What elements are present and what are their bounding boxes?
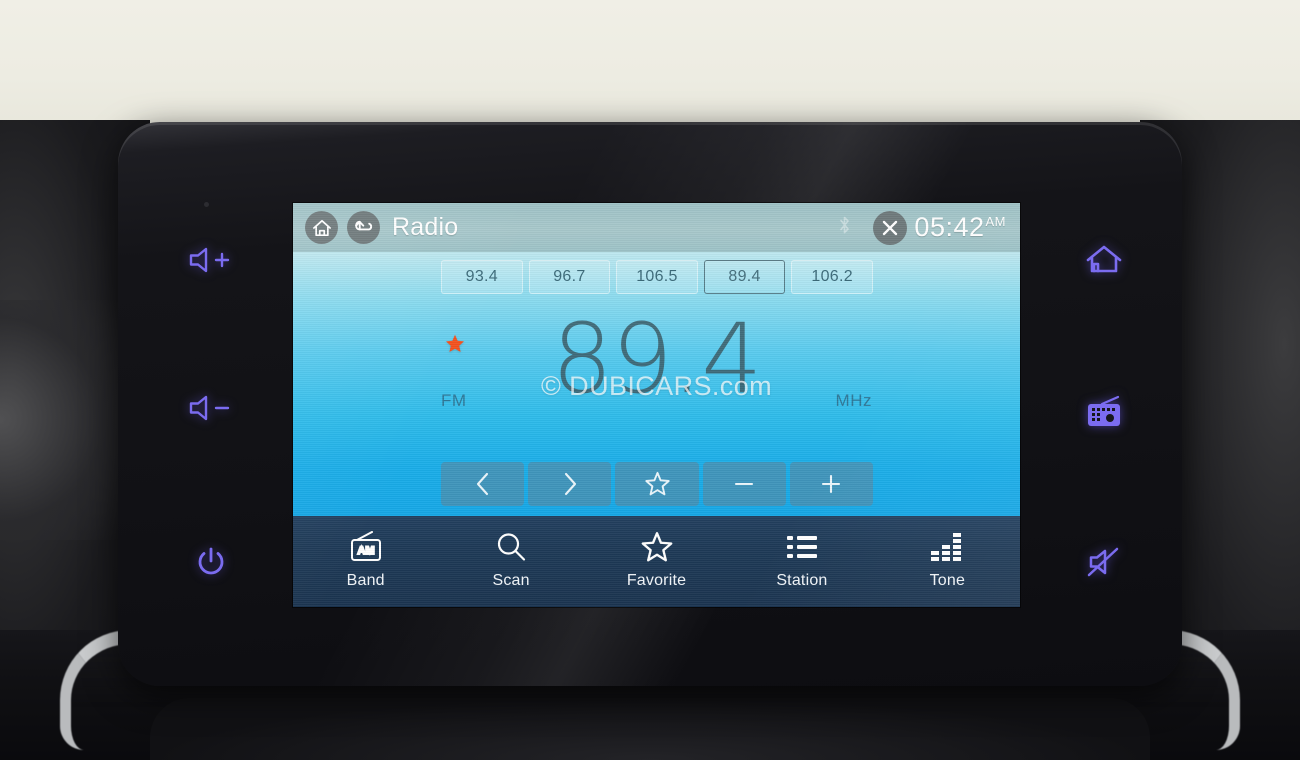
nav-scan[interactable]: Scan xyxy=(438,530,583,590)
minus-icon xyxy=(735,482,754,486)
touchscreen-display[interactable]: Radio 05:42AM 93.4 96.7 106.5 89.4 106.2… xyxy=(293,203,1020,607)
bluetooth-icon xyxy=(838,215,851,240)
favorite-indicator xyxy=(445,334,465,354)
nav-tone[interactable]: Tone xyxy=(875,530,1020,590)
favorite-toggle-button[interactable] xyxy=(615,462,699,506)
tune-down-button[interactable] xyxy=(702,462,786,506)
nav-band[interactable]: AM Band xyxy=(293,530,438,590)
dashboard-scene: Radio 05:42AM 93.4 96.7 106.5 89.4 106.2… xyxy=(0,0,1300,760)
radio-am-icon-wrap: AM xyxy=(348,530,384,564)
volume-up-button[interactable] xyxy=(186,240,234,280)
nav-label: Band xyxy=(346,572,385,589)
home-icon xyxy=(1086,245,1122,273)
close-button[interactable] xyxy=(873,210,908,245)
radio-button[interactable] xyxy=(1082,392,1126,432)
status-clock: 05:42AM xyxy=(914,212,1006,243)
page-title: Radio xyxy=(392,213,459,241)
preset-button[interactable]: 106.2 xyxy=(791,260,873,294)
list-icon xyxy=(786,536,817,558)
header-home-button[interactable] xyxy=(305,211,338,244)
preset-button[interactable]: 96.7 xyxy=(528,260,611,294)
nav-label: Scan xyxy=(492,572,530,589)
seek-down-button[interactable] xyxy=(441,462,525,506)
preset-button[interactable]: 93.4 xyxy=(441,260,523,294)
power-icon xyxy=(198,547,224,575)
band-label: FM xyxy=(441,391,467,410)
band-badge: AM xyxy=(357,545,374,557)
seek-up-button[interactable] xyxy=(528,462,612,506)
home-button[interactable] xyxy=(1082,240,1126,280)
equalizer-icon xyxy=(931,533,962,561)
star-outline-icon xyxy=(641,532,672,562)
star-outline-icon xyxy=(644,471,670,496)
mute-icon xyxy=(1087,547,1119,577)
radio-icon xyxy=(1088,395,1120,426)
volume-down-icon xyxy=(189,395,230,421)
search-icon-wrap xyxy=(495,530,527,564)
nav-label: Favorite xyxy=(626,572,687,589)
star-outline-icon-wrap xyxy=(640,530,674,564)
nav-station[interactable]: Station xyxy=(729,530,874,590)
preset-list: 93.4 96.7 106.5 89.4 106.2 xyxy=(441,260,873,294)
clock-meridiem: AM xyxy=(985,214,1006,229)
search-icon xyxy=(498,533,526,561)
preset-button-active[interactable]: 89.4 xyxy=(703,260,786,294)
nav-label: Tone xyxy=(929,572,966,589)
dashboard-upper-panel xyxy=(0,0,1300,128)
preset-button[interactable]: 106.5 xyxy=(616,260,698,294)
star-filled-icon xyxy=(446,334,464,352)
dashboard-left-trim xyxy=(0,300,120,540)
chevron-right-icon xyxy=(564,472,576,496)
microphone-hole xyxy=(204,202,209,207)
plus-icon xyxy=(822,474,841,494)
tune-up-button[interactable] xyxy=(789,462,874,506)
chevron-left-icon xyxy=(476,472,488,496)
volume-up-icon xyxy=(189,247,230,273)
radio-am-icon: AM xyxy=(350,531,381,561)
list-icon-wrap xyxy=(786,530,818,564)
app-header: Radio 05:42AM xyxy=(293,203,1020,252)
nav-label: Station xyxy=(776,572,828,589)
unit-label: MHz xyxy=(835,391,872,410)
clock-time: 05:42 xyxy=(914,212,985,242)
nav-favorite[interactable]: Favorite xyxy=(584,530,729,590)
tuner-controls xyxy=(441,462,874,506)
volume-down-button[interactable] xyxy=(186,388,234,428)
back-arrow-icon xyxy=(355,220,373,230)
frequency-display: 89.4 xyxy=(551,303,763,415)
home-icon xyxy=(312,219,331,236)
equalizer-icon-wrap xyxy=(930,530,964,564)
center-console-shadow xyxy=(150,698,1150,760)
header-back-button[interactable] xyxy=(347,211,380,244)
bottom-nav: AM Band Scan Favorite Station Tone xyxy=(293,516,1020,607)
power-button[interactable] xyxy=(192,542,230,582)
mute-button[interactable] xyxy=(1082,542,1126,582)
close-icon xyxy=(883,220,898,235)
